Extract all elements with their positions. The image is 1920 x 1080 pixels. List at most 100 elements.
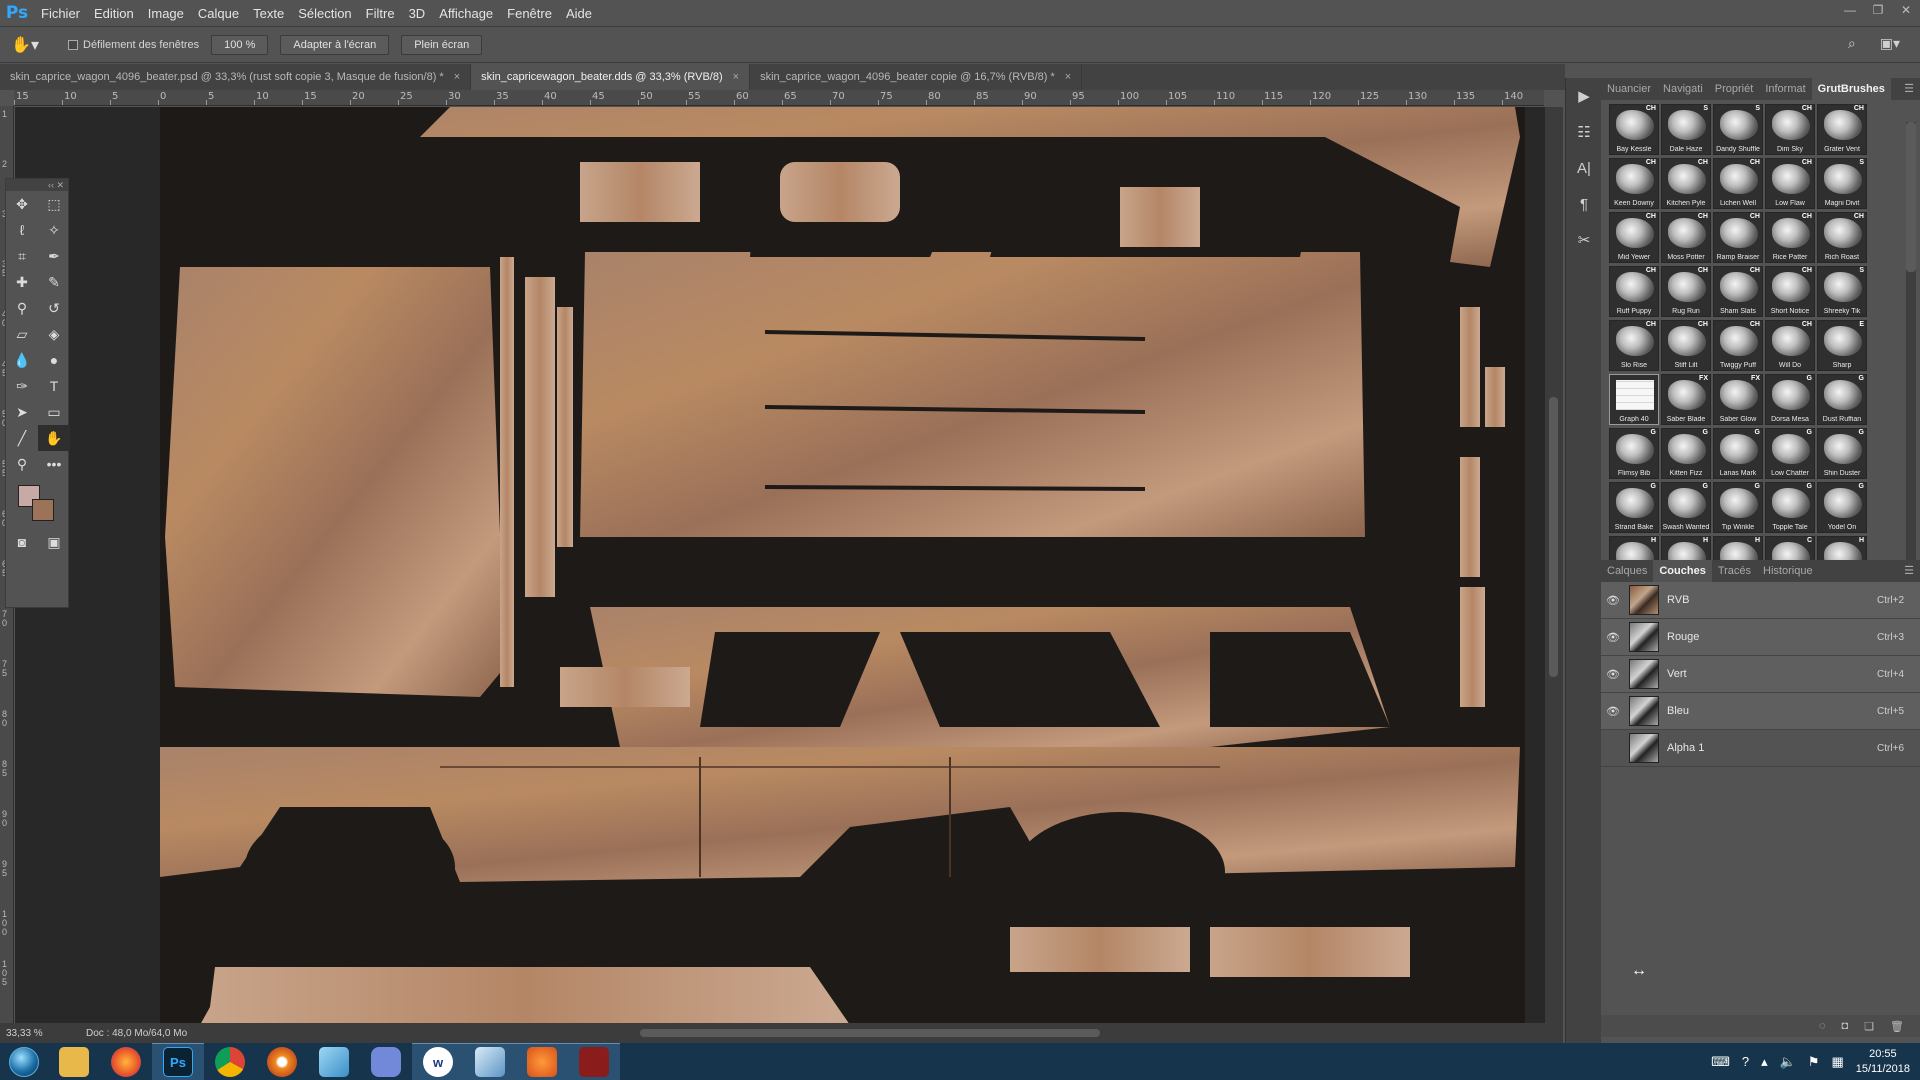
channel-row[interactable]: 👁 Bleu Ctrl+5: [1601, 693, 1920, 730]
panel-tab[interactable]: Propriét: [1709, 78, 1760, 100]
new-channel-icon[interactable]: ❏: [1864, 1020, 1874, 1033]
brush-preset[interactable]: CH Twiggy Puff: [1713, 320, 1763, 371]
brush-tool-icon[interactable]: ✎: [38, 269, 70, 295]
panel-tab[interactable]: Nuancier: [1601, 78, 1657, 100]
zoom-100-button[interactable]: 100 %: [211, 34, 269, 55]
eyedropper-tool-icon[interactable]: ✒: [38, 243, 70, 269]
marquee-tool-icon[interactable]: ⬚: [38, 191, 70, 217]
taskbar-firefox[interactable]: [100, 1043, 152, 1080]
menu-item[interactable]: Edition: [87, 0, 141, 27]
brush-preset[interactable]: CH Mid Yewer: [1609, 212, 1659, 263]
brush-preset[interactable]: CH Rich Roast: [1817, 212, 1867, 263]
channel-row[interactable]: 👁 Vert Ctrl+4: [1601, 656, 1920, 693]
volume-icon[interactable]: 🔈: [1780, 1054, 1796, 1070]
minimize-icon[interactable]: —: [1836, 0, 1864, 20]
taskbar-app-5[interactable]: [256, 1043, 308, 1080]
vertical-scrollbar[interactable]: [1545, 107, 1563, 1027]
brush-preset[interactable]: S Dale Haze: [1661, 104, 1711, 155]
fill-screen-button[interactable]: Plein écran: [401, 34, 483, 55]
channel-row[interactable]: Alpha 1 Ctrl+6: [1601, 730, 1920, 767]
keyboard-icon[interactable]: ⌨: [1711, 1054, 1730, 1070]
menu-item[interactable]: Calque: [191, 0, 246, 27]
brush-preset[interactable]: CH Rice Patter: [1765, 212, 1815, 263]
taskbar-chrome[interactable]: [204, 1043, 256, 1080]
eye-icon[interactable]: 👁: [1601, 705, 1625, 718]
brush-preset[interactable]: G Dorsa Mesa: [1765, 374, 1815, 425]
brush-preset[interactable]: G Yodel On: [1817, 482, 1867, 533]
brush-preset[interactable]: G Flimsy Bib: [1609, 428, 1659, 479]
panel-tab[interactable]: GrutBrushes: [1811, 78, 1891, 100]
dodge-tool-icon[interactable]: ●: [38, 347, 70, 373]
paragraph-icon[interactable]: ¶: [1566, 186, 1602, 222]
network-icon[interactable]: ▦: [1831, 1054, 1843, 1070]
more-tools-icon[interactable]: •••: [38, 451, 70, 477]
brush-preset[interactable]: CH Ramp Braiser: [1713, 212, 1763, 263]
taskbar-app-10[interactable]: [516, 1043, 568, 1080]
quick-mask-icon[interactable]: ◙: [6, 529, 38, 555]
brush-preset[interactable]: H: [1661, 536, 1711, 560]
menu-item[interactable]: Affichage: [432, 0, 500, 27]
brush-preset[interactable]: CH Ruff Puppy: [1609, 266, 1659, 317]
brush-preset[interactable]: G Tip Winkle: [1713, 482, 1763, 533]
menu-item[interactable]: Aide: [559, 0, 599, 27]
zoom-readout[interactable]: 33,33 %: [6, 1028, 76, 1039]
panel-tab[interactable]: Historique: [1757, 560, 1819, 582]
document-tab[interactable]: skin_caprice_wagon_4096_beater copie @ 1…: [750, 64, 1083, 90]
toolbox-header[interactable]: ‹‹ ✕: [6, 179, 68, 191]
taskbar-app-9[interactable]: [464, 1043, 516, 1080]
vertical-scroll-thumb[interactable]: [1549, 397, 1558, 677]
channels-menu-icon[interactable]: ☰: [1904, 564, 1914, 577]
taskbar-app-6[interactable]: [308, 1043, 360, 1080]
brush-scrollbar[interactable]: [1906, 122, 1916, 560]
brush-preset[interactable]: G Lanas Mark: [1713, 428, 1763, 479]
brush-preset[interactable]: CH Moss Potter: [1661, 212, 1711, 263]
channel-row[interactable]: 👁 RVB Ctrl+2: [1601, 582, 1920, 619]
blur-tool-icon[interactable]: 💧: [6, 347, 38, 373]
brush-preset[interactable]: CH Stiff Lilt: [1661, 320, 1711, 371]
brush-preset[interactable]: CH Rug Run: [1661, 266, 1711, 317]
panel-menu-icon[interactable]: ☰: [1904, 82, 1914, 95]
close-tab-icon[interactable]: ×: [454, 71, 460, 83]
close-tab-icon[interactable]: ×: [1065, 71, 1071, 83]
line-tool-icon[interactable]: ╱: [6, 425, 38, 451]
clock[interactable]: 20:55 15/11/2018: [1856, 1047, 1910, 1077]
eye-icon[interactable]: 👁: [1601, 631, 1625, 644]
brush-preset[interactable]: CH Low Flaw: [1765, 158, 1815, 209]
pen-tool-icon[interactable]: ✑: [6, 373, 38, 399]
menu-item[interactable]: Image: [141, 0, 191, 27]
brush-preset[interactable]: G Kitten Fizz: [1661, 428, 1711, 479]
healing-brush-tool-icon[interactable]: ✚: [6, 269, 38, 295]
brush-scroll-thumb[interactable]: [1906, 122, 1916, 272]
taskbar-discord[interactable]: [360, 1043, 412, 1080]
eraser-tool-icon[interactable]: ▱: [6, 321, 38, 347]
type-tool-icon[interactable]: T: [38, 373, 70, 399]
menu-item[interactable]: 3D: [402, 0, 433, 27]
panel-tab[interactable]: Informat: [1759, 78, 1811, 100]
brush-preset[interactable]: H: [1609, 536, 1659, 560]
brush-preset[interactable]: CH Keen Downy: [1609, 158, 1659, 209]
brush-preset[interactable]: CH Sham Slats: [1713, 266, 1763, 317]
paint-bucket-tool-icon[interactable]: ◈: [38, 321, 70, 347]
hand-tool-icon[interactable]: ✋: [38, 425, 70, 451]
checkbox-box[interactable]: [68, 39, 78, 50]
brush-preset[interactable]: CH Lichen Well: [1713, 158, 1763, 209]
close-tab-icon[interactable]: ×: [733, 71, 739, 83]
save-selection-icon[interactable]: ◘: [1842, 1020, 1849, 1032]
tools-presets-icon[interactable]: ✂: [1566, 222, 1602, 258]
brush-preset[interactable]: S Shreeky Tik: [1817, 266, 1867, 317]
taskbar-photoshop[interactable]: Ps: [152, 1043, 204, 1080]
panel-tab[interactable]: Calques: [1601, 560, 1653, 582]
horizontal-scroll-thumb[interactable]: [640, 1029, 1100, 1037]
collapse-panels-icon[interactable]: ▶: [1566, 78, 1602, 114]
panel-tab[interactable]: Tracés: [1712, 560, 1757, 582]
clone-stamp-tool-icon[interactable]: ⚲: [6, 295, 38, 321]
taskbar-explorer[interactable]: [48, 1043, 100, 1080]
lasso-tool-icon[interactable]: ℓ: [6, 217, 38, 243]
eye-icon[interactable]: 👁: [1601, 594, 1625, 607]
move-tool-icon[interactable]: ✥: [6, 191, 38, 217]
eye-icon[interactable]: 👁: [1601, 668, 1625, 681]
brush-preset[interactable]: G Low Chatter: [1765, 428, 1815, 479]
menu-item[interactable]: Sélection: [291, 0, 358, 27]
panel-tab[interactable]: Navigati: [1657, 78, 1709, 100]
flag-icon[interactable]: ⚑: [1808, 1054, 1820, 1070]
